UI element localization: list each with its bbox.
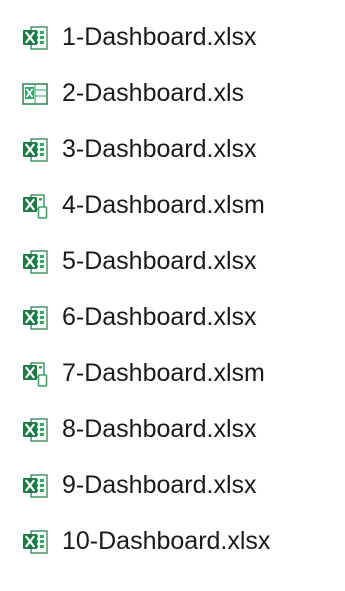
excel-xlsx-file-icon (22, 528, 48, 556)
file-item-2[interactable]: 2-Dashboard.xls (0, 66, 345, 122)
file-name: 3-Dashboard.xlsx (62, 134, 257, 163)
file-name: 10-Dashboard.xlsx (62, 526, 271, 555)
file-item-5[interactable]: 5-Dashboard.xlsx (0, 234, 345, 290)
file-name: 6-Dashboard.xlsx (62, 302, 257, 331)
excel-xlsm-file-icon (22, 192, 48, 220)
excel-xlsx-file-icon (22, 136, 48, 164)
file-name: 1-Dashboard.xlsx (62, 22, 257, 51)
file-item-6[interactable]: 6-Dashboard.xlsx (0, 290, 345, 346)
excel-xls-file-icon (22, 80, 48, 108)
excel-xlsx-file-icon (22, 472, 48, 500)
file-name: 4-Dashboard.xlsm (62, 190, 265, 219)
excel-xlsx-file-icon (22, 248, 48, 276)
file-item-7[interactable]: 7-Dashboard.xlsm (0, 346, 345, 402)
excel-xlsx-file-icon (22, 416, 48, 444)
file-item-8[interactable]: 8-Dashboard.xlsx (0, 402, 345, 458)
file-item-9[interactable]: 9-Dashboard.xlsx (0, 458, 345, 514)
file-name: 9-Dashboard.xlsx (62, 470, 257, 499)
excel-xlsm-file-icon (22, 360, 48, 388)
file-list: 1-Dashboard.xlsx 2-Dashboard.xls 3-Dashb… (0, 0, 345, 591)
excel-xlsx-file-icon (22, 304, 48, 332)
file-item-4[interactable]: 4-Dashboard.xlsm (0, 178, 345, 234)
file-item-1[interactable]: 1-Dashboard.xlsx (0, 10, 345, 66)
file-name: 8-Dashboard.xlsx (62, 414, 257, 443)
file-item-10[interactable]: 10-Dashboard.xlsx (0, 514, 345, 570)
file-name: 5-Dashboard.xlsx (62, 246, 257, 275)
file-name: 7-Dashboard.xlsm (62, 358, 265, 387)
file-name: 2-Dashboard.xls (62, 78, 245, 107)
excel-xlsx-file-icon (22, 24, 48, 52)
file-item-3[interactable]: 3-Dashboard.xlsx (0, 122, 345, 178)
